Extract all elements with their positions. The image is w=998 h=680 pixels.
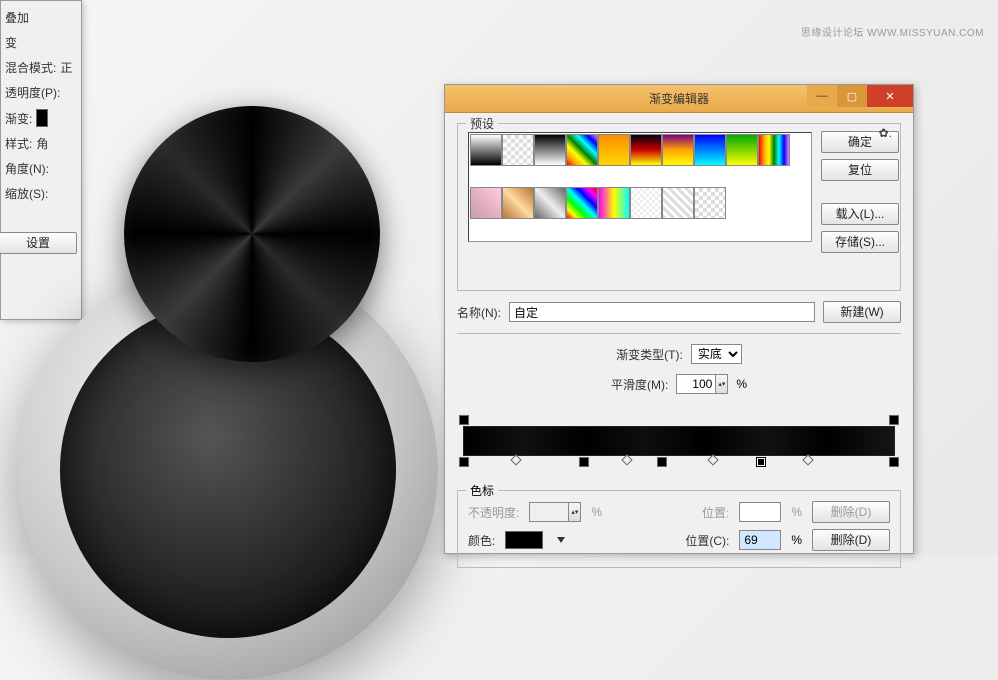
- gradient-bar-area: [457, 412, 901, 482]
- color-stop[interactable]: [579, 457, 589, 467]
- preset-swatch[interactable]: [630, 187, 662, 219]
- preset-swatch[interactable]: [470, 187, 502, 219]
- smoothness-label: 平滑度(M):: [611, 376, 668, 393]
- new-button[interactable]: 新建(W): [823, 301, 901, 323]
- opacity-stop-input: [529, 502, 569, 522]
- preset-swatch[interactable]: [662, 134, 694, 166]
- percent-label: %: [791, 533, 802, 547]
- style-value[interactable]: 角: [36, 135, 48, 152]
- watermark-text: 思缘设计论坛 WWW.MISSYUAN.COM: [801, 24, 984, 39]
- grad-label: 渐变:: [5, 110, 32, 127]
- color-dropdown-icon[interactable]: [557, 537, 565, 543]
- percent-label: %: [791, 505, 802, 519]
- gradient-type-label: 渐变类型(T):: [616, 346, 683, 363]
- preset-swatch[interactable]: [630, 134, 662, 166]
- overlay-label: 叠加: [5, 9, 29, 26]
- midpoint-diamond[interactable]: [622, 454, 633, 465]
- blend-mode-value[interactable]: 正: [60, 59, 72, 76]
- gear-icon[interactable]: ✿.: [879, 126, 892, 140]
- preset-swatch[interactable]: [694, 187, 726, 219]
- set-button[interactable]: 设置: [0, 232, 77, 254]
- titlebar[interactable]: 渐变编辑器 — ▢ ✕: [445, 85, 913, 113]
- angle-label: 角度(N):: [5, 160, 49, 177]
- percent-label: %: [736, 377, 747, 391]
- layer-style-panel: 叠加 变 混合模式:正 透明度(P): 渐变: 样式:角 角度(N): 缩放(S…: [0, 0, 82, 320]
- preset-swatch[interactable]: [694, 134, 726, 166]
- foreground-black-knob: [124, 106, 380, 362]
- gradient-bar[interactable]: [463, 426, 895, 456]
- preset-swatch[interactable]: [470, 134, 502, 166]
- preset-swatch[interactable]: [726, 134, 758, 166]
- smoothness-input[interactable]: [676, 374, 716, 394]
- stops-legend: 色标: [466, 482, 498, 499]
- color-stop[interactable]: [459, 457, 469, 467]
- delete-color-stop-button[interactable]: 删除(D): [812, 529, 890, 551]
- color-stop[interactable]: [657, 457, 667, 467]
- preset-swatch[interactable]: [662, 187, 694, 219]
- gradient-editor-dialog: 渐变编辑器 — ▢ ✕ 确定 复位 载入(L)... 存储(S)... 预设 ✿…: [444, 84, 914, 554]
- dialog-title: 渐变编辑器: [649, 90, 709, 107]
- midpoint-diamond[interactable]: [510, 454, 521, 465]
- midpoint-diamond[interactable]: [802, 454, 813, 465]
- smoothness-spinner[interactable]: ▴▾: [716, 374, 728, 394]
- percent-label: %: [591, 505, 602, 519]
- preset-swatches: [468, 132, 812, 242]
- preset-swatch[interactable]: [598, 187, 630, 219]
- gradient-short-label: 变: [5, 34, 17, 51]
- stops-frame: 色标 不透明度: ▴▾ % 位置: % 删除(D) 颜色: 位置(C): % 删…: [457, 490, 901, 568]
- close-button[interactable]: ✕: [867, 85, 913, 107]
- opacity-spinner: ▴▾: [569, 502, 581, 522]
- opacity-position-label: 位置:: [702, 504, 729, 521]
- preset-swatch[interactable]: [534, 187, 566, 219]
- color-location-label: 位置(C):: [685, 532, 729, 549]
- opacity-stop[interactable]: [889, 415, 899, 425]
- scale-label: 缩放(S):: [5, 185, 48, 202]
- name-label: 名称(N):: [457, 304, 501, 321]
- preset-swatch[interactable]: [534, 134, 566, 166]
- gradient-type-select[interactable]: 实底: [691, 344, 742, 364]
- name-input[interactable]: [509, 302, 815, 322]
- opacity-stop[interactable]: [459, 415, 469, 425]
- presets-frame: 预设 ✿.: [457, 123, 901, 291]
- maximize-button[interactable]: ▢: [837, 85, 867, 107]
- opacity-stop-label: 不透明度:: [468, 504, 519, 521]
- presets-legend: 预设: [466, 115, 498, 132]
- midpoint-diamond[interactable]: [708, 454, 719, 465]
- preset-swatch[interactable]: [598, 134, 630, 166]
- blend-mode-label: 混合模式:: [5, 59, 56, 76]
- preset-swatch[interactable]: [502, 187, 534, 219]
- preset-swatch[interactable]: [566, 187, 598, 219]
- style-label: 样式:: [5, 135, 32, 152]
- minimize-button[interactable]: —: [807, 85, 837, 107]
- opacity-position-input: [739, 502, 781, 522]
- color-location-input[interactable]: [739, 530, 781, 550]
- preset-swatch[interactable]: [502, 134, 534, 166]
- preset-swatch[interactable]: [758, 134, 790, 166]
- delete-opacity-stop-button: 删除(D): [812, 501, 890, 523]
- preset-swatch[interactable]: [566, 134, 598, 166]
- color-stop-selected[interactable]: [756, 457, 766, 467]
- color-swatch[interactable]: [505, 531, 543, 549]
- opacity-label: 透明度(P):: [5, 84, 60, 101]
- color-stop[interactable]: [889, 457, 899, 467]
- color-stop-label: 颜色:: [468, 532, 495, 549]
- gradient-swatch[interactable]: [36, 109, 48, 127]
